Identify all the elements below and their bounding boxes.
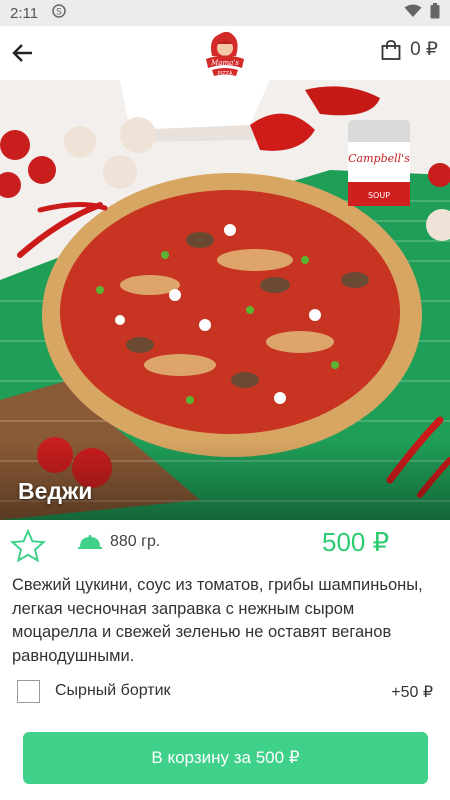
product-weight: 880 гр.	[78, 533, 160, 551]
star-icon	[10, 528, 46, 563]
back-button[interactable]	[6, 36, 40, 70]
cart-total: 0 ₽	[410, 39, 438, 60]
product-description: Свежий цукини, соус из томатов, грибы ша…	[12, 576, 423, 665]
battery-icon	[430, 3, 440, 23]
status-bar: 2:11 S	[0, 0, 450, 26]
svg-text:PIZZA: PIZZA	[218, 71, 233, 77]
mama-pizza-logo[interactable]: Mama's PIZZA	[198, 26, 252, 80]
cart-button[interactable]: 0 ₽	[380, 38, 438, 61]
weight-value: 880 гр.	[110, 533, 161, 550]
s-notification-icon: S	[52, 4, 66, 22]
app-bar: Mama's PIZZA 0 ₽	[0, 26, 450, 80]
product-title: Веджи	[18, 478, 93, 504]
svg-text:S: S	[56, 8, 62, 18]
product-price: 500 ₽	[322, 527, 390, 557]
shopping-bag-icon	[381, 39, 401, 60]
add-to-cart-button[interactable]: В корзину за 500 ₽	[23, 732, 428, 784]
cloche-icon	[78, 535, 102, 549]
status-time: 2:11	[10, 4, 39, 22]
addon-checkbox[interactable]	[17, 680, 40, 703]
favorite-button[interactable]	[10, 528, 46, 564]
svg-text:Campbell's: Campbell's	[348, 152, 410, 165]
addon-row[interactable]: Сырный бортик +50 ₽	[0, 677, 450, 707]
product-info-row: 880 гр. 500 ₽	[0, 520, 450, 570]
wifi-icon	[404, 4, 422, 22]
svg-text:Mama's: Mama's	[210, 59, 239, 67]
arrow-left-icon	[12, 44, 32, 62]
addon-label: Сырный бортик	[55, 682, 171, 699]
product-image: Campbell's SOUP	[0, 80, 450, 520]
addon-price: +50 ₽	[391, 684, 433, 701]
svg-text:SOUP: SOUP	[368, 191, 390, 200]
